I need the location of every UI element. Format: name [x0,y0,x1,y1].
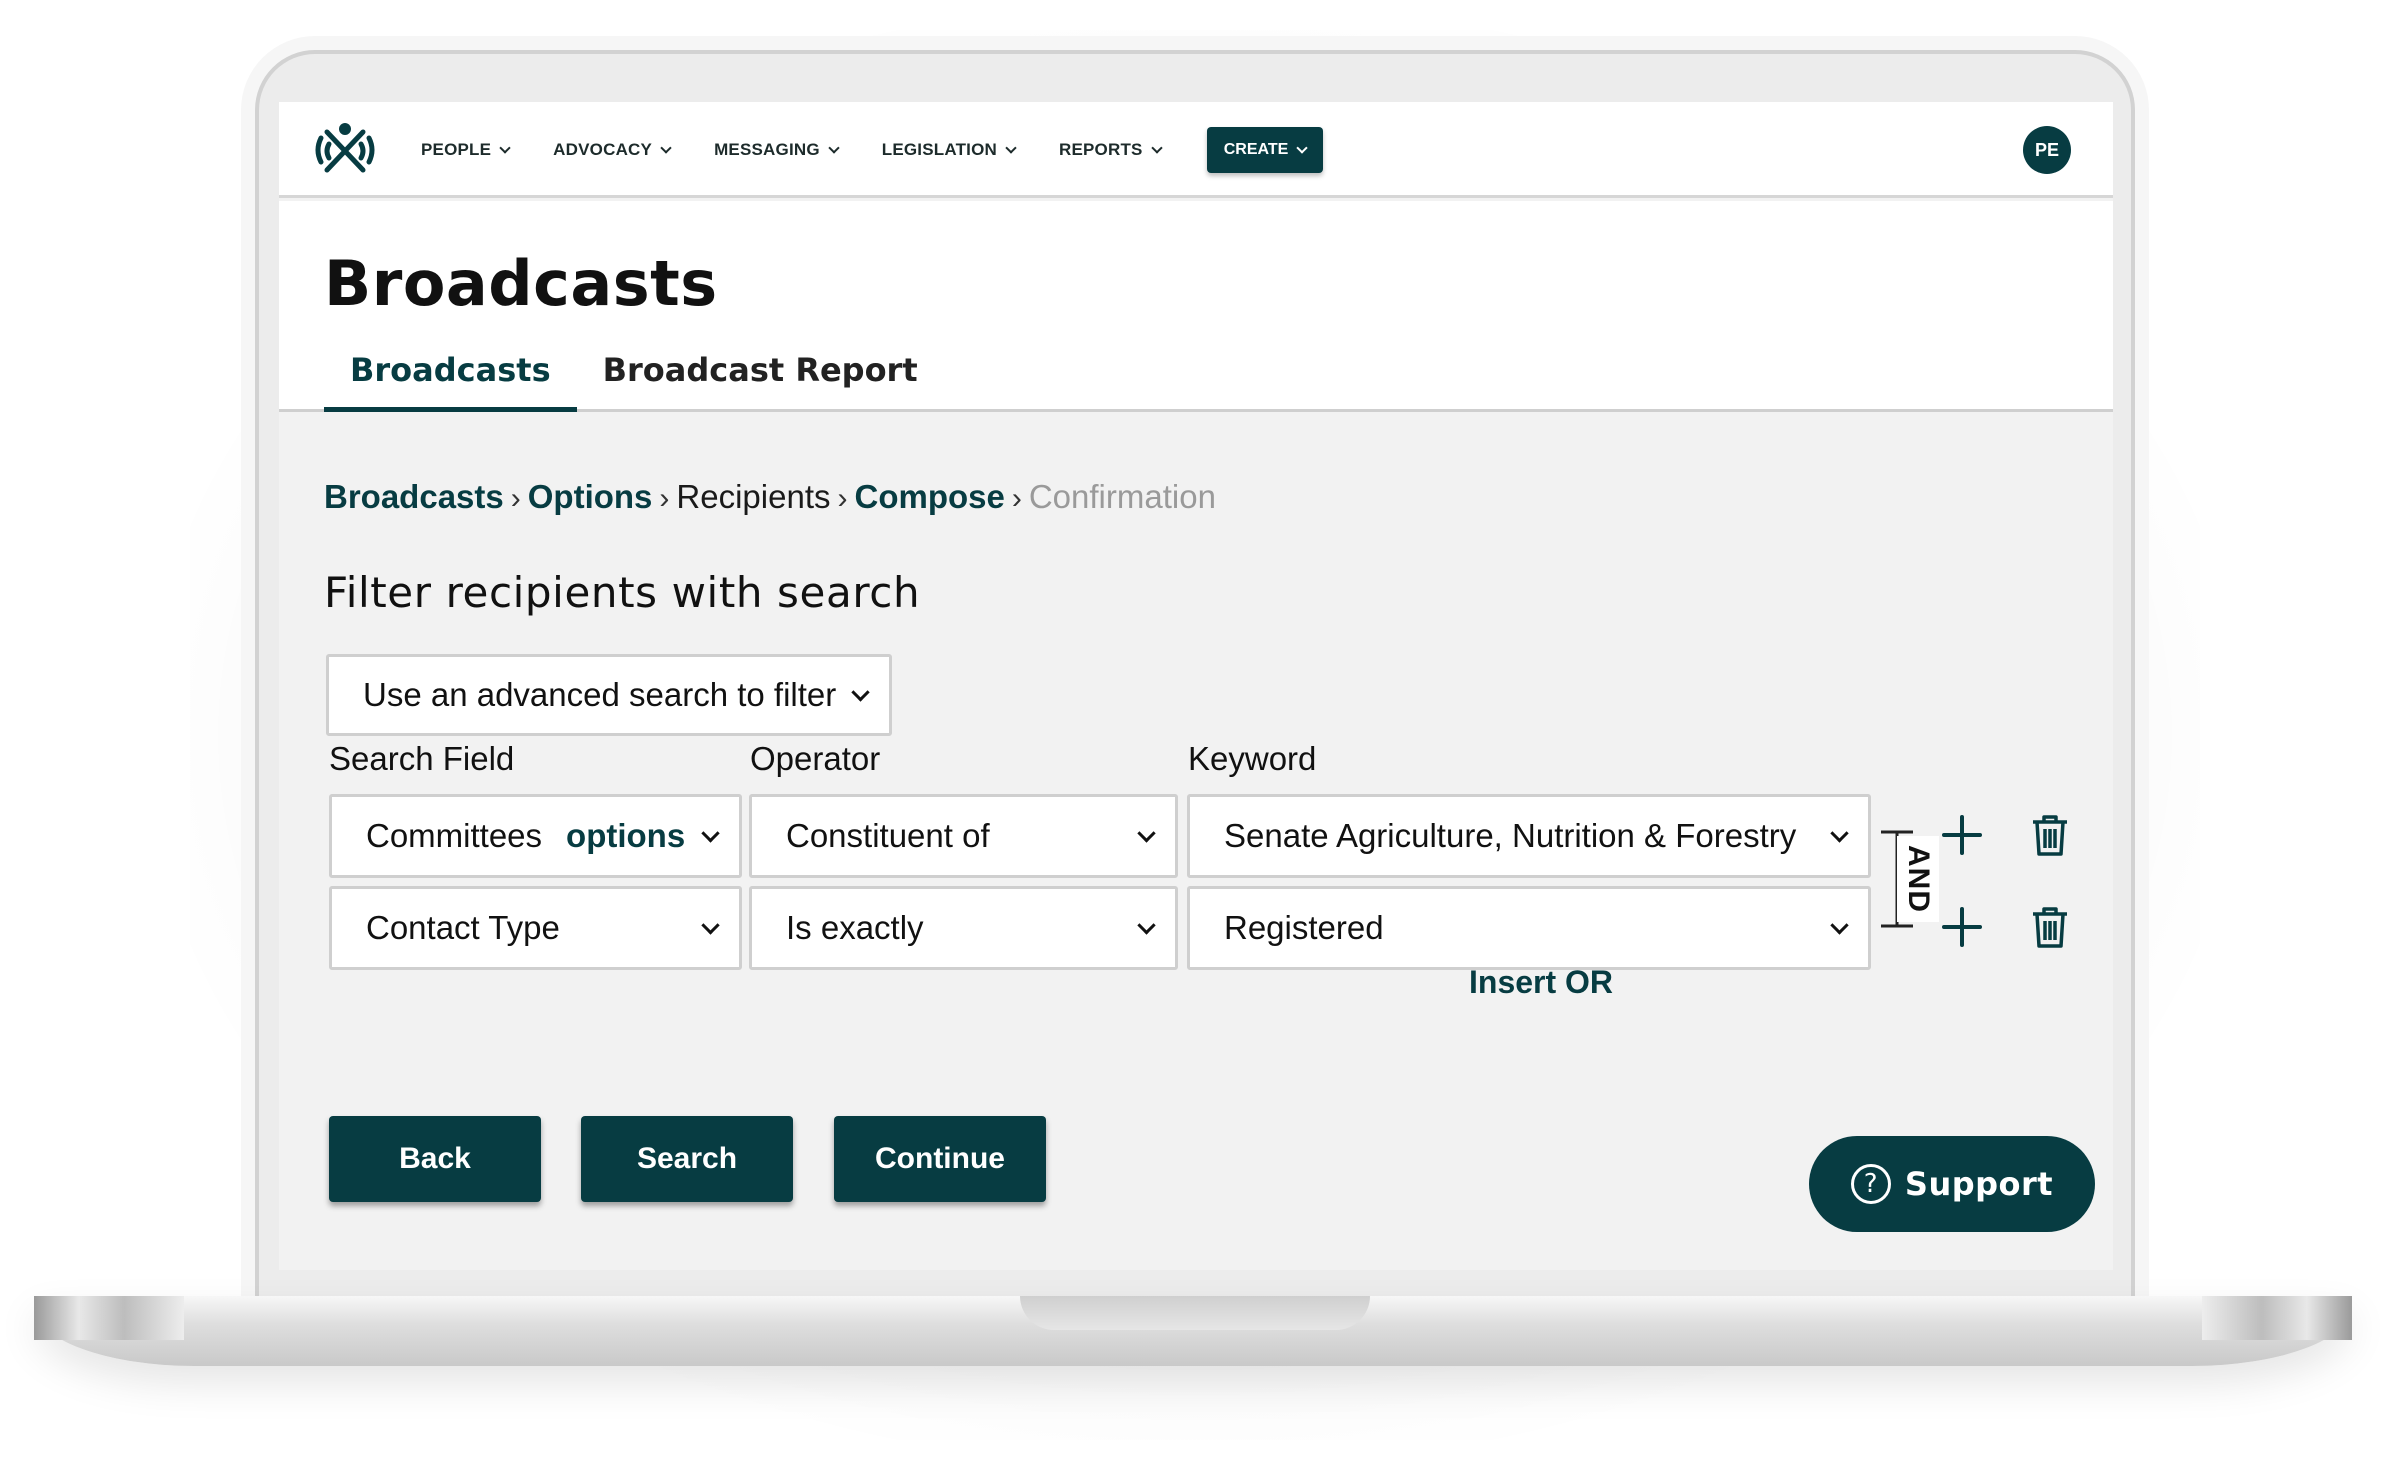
nav-item-label: ADVOCACY [553,140,653,159]
and-join-toggle[interactable]: AND [1897,836,1939,922]
nav-item-reports[interactable]: REPORTS [1058,140,1163,160]
support-button[interactable]: ? Support [1809,1136,2095,1232]
chevron-down-icon [828,141,840,154]
keyword-value: Senate Agriculture, Nutrition & Forestry [1224,817,1797,854]
nav-item-label: REPORTS [1058,140,1143,159]
keyword-value: Registered [1224,909,1384,946]
breadcrumb-confirmation: Confirmation [1028,478,1216,515]
brand-logo-icon[interactable] [313,120,377,178]
operator-select-1[interactable]: Constituent of [749,794,1178,878]
search-button[interactable]: Search [581,1116,793,1202]
chevron-down-icon [701,824,720,843]
breadcrumb-broadcasts[interactable]: Broadcasts [324,478,504,516]
laptop-base-edge-right [2202,1296,2352,1340]
search-field-label: Search Field [329,740,515,777]
breadcrumb-options[interactable]: Options [528,478,653,516]
search-field-select-1[interactable]: Committees options [329,794,742,878]
chevron-down-icon [660,141,672,154]
and-join-label: AND [1902,845,1935,913]
operator-label: Operator [750,740,881,777]
nav-item-people[interactable]: PEOPLE [421,140,511,160]
search-mode-select[interactable]: Use an advanced search to filter [326,654,892,736]
laptop-base-edge-left [34,1296,184,1340]
tab-bar: Broadcasts Broadcast Report [324,339,944,412]
tab-broadcasts[interactable]: Broadcasts [324,339,577,412]
help-circle-icon: ? [1850,1164,1891,1204]
create-button[interactable]: CREATE [1207,127,1323,173]
chevron-down-icon [1830,824,1849,843]
insert-or-link[interactable]: Insert OR [1469,964,1613,1001]
chevron-down-icon [701,916,720,935]
keyword-select-2[interactable]: Registered [1187,886,1871,970]
add-condition-icon[interactable] [1939,904,1985,950]
trash-icon[interactable] [2027,812,2073,858]
create-button-label: CREATE [1223,141,1289,158]
breadcrumb-separator: › [659,482,670,515]
avatar[interactable]: PE [2023,126,2071,174]
nav-item-label: LEGISLATION [881,140,997,159]
breadcrumb-compose[interactable]: Compose [854,478,1004,516]
back-button[interactable]: Back [329,1116,541,1202]
avatar-initials: PE [2034,139,2059,160]
breadcrumb: Broadcasts › Options › Recipients › Comp… [324,478,1216,516]
search-mode-value: Use an advanced search to filter [363,676,837,713]
nav-menu: PEOPLE ADVOCACY MESSAGING LEGISLATION RE… [421,102,1205,198]
options-link[interactable]: options [566,817,685,855]
breadcrumb-recipients: Recipients [676,478,831,515]
search-field-value: Contact Type [366,909,560,946]
continue-button[interactable]: Continue [834,1116,1046,1202]
operator-select-2[interactable]: Is exactly [749,886,1178,970]
app-screen: PEOPLE ADVOCACY MESSAGING LEGISLATION RE… [279,102,2113,1270]
operator-value: Constituent of [786,817,990,854]
top-navigation: PEOPLE ADVOCACY MESSAGING LEGISLATION RE… [279,102,2113,198]
chevron-down-icon [1296,141,1308,154]
chevron-down-icon [1830,916,1849,935]
section-title: Filter recipients with search [324,568,921,617]
support-label: Support [1904,1165,2054,1203]
chevron-down-icon [499,141,511,154]
search-field-select-2[interactable]: Contact Type [329,886,742,970]
trash-icon[interactable] [2027,904,2073,950]
nav-item-legislation[interactable]: LEGISLATION [881,140,1017,160]
add-condition-icon[interactable] [1939,812,1985,858]
operator-value: Is exactly [786,909,924,946]
tab-broadcast-report[interactable]: Broadcast Report [577,339,944,412]
chevron-down-icon [1005,141,1017,154]
nav-item-advocacy[interactable]: ADVOCACY [553,140,672,160]
nav-item-label: PEOPLE [421,140,492,159]
chevron-down-icon [1150,141,1163,154]
search-field-value: Committees [366,817,543,854]
page-header: Broadcasts Broadcasts Broadcast Report [279,201,2113,412]
nav-item-label: MESSAGING [714,140,820,159]
keyword-label: Keyword [1188,740,1317,777]
breadcrumb-separator: › [1011,482,1022,515]
breadcrumb-separator: › [837,482,848,515]
chevron-down-icon [851,683,870,702]
chevron-down-icon [1137,824,1156,843]
chevron-down-icon [1137,916,1156,935]
nav-item-messaging[interactable]: MESSAGING [714,140,840,160]
laptop-notch [1020,1296,1370,1330]
breadcrumb-separator: › [510,482,521,515]
keyword-select-1[interactable]: Senate Agriculture, Nutrition & Forestry [1187,794,1871,878]
page-title: Broadcasts [324,247,718,320]
